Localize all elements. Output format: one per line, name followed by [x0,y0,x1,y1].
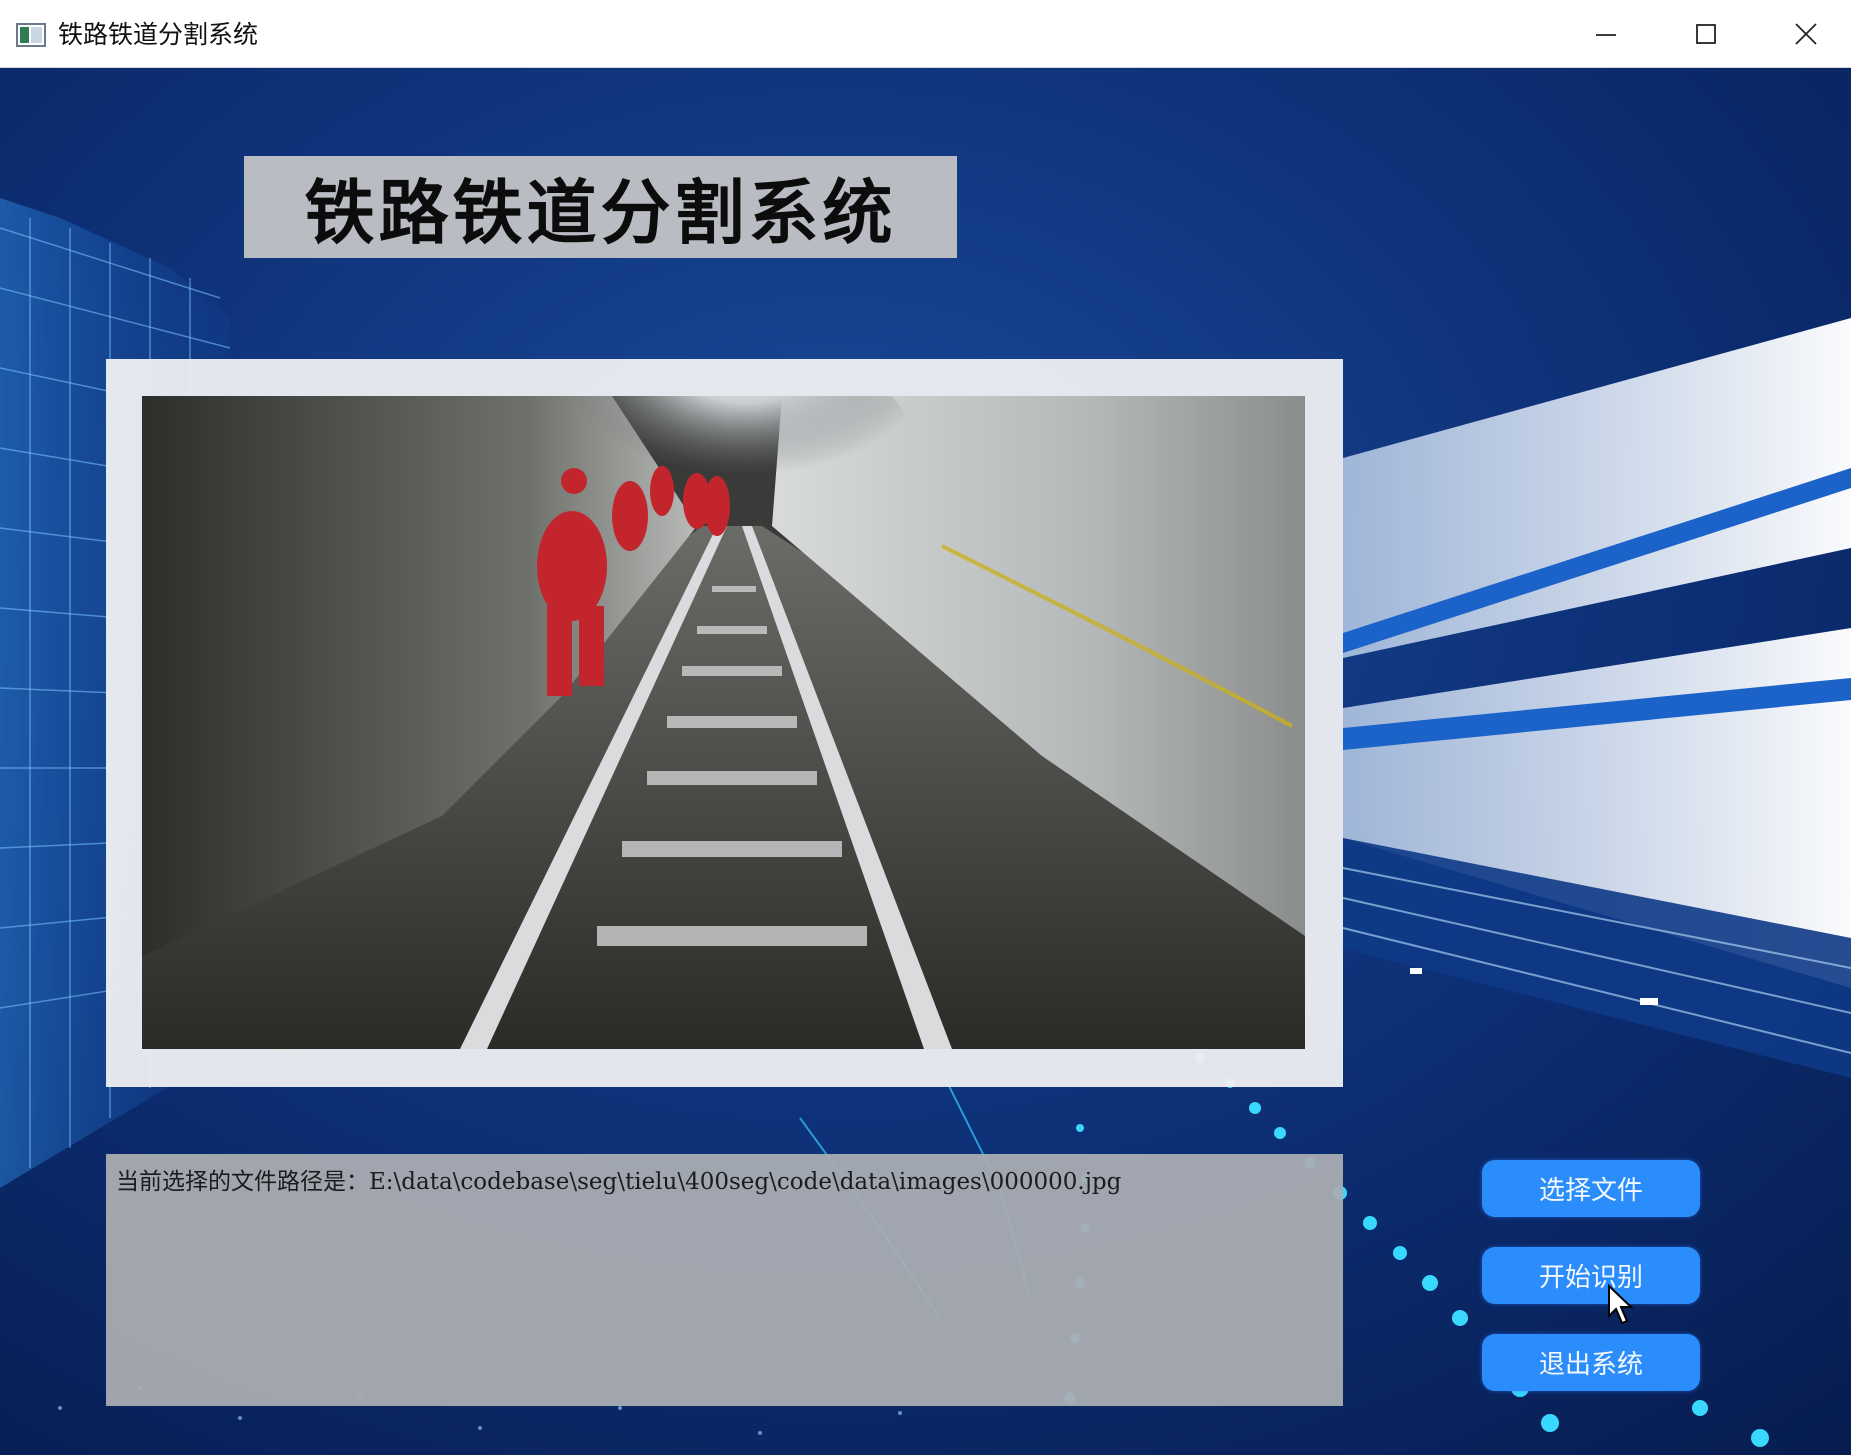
app-window-icon [16,23,46,47]
main-window: 铁路铁道分割系统 当前选择的文件路径是：E:\data\codebase\seg… [0,68,1851,1455]
close-button[interactable] [1756,0,1851,68]
minimize-icon [1596,34,1616,36]
exit-system-button[interactable]: 退出系统 [1482,1334,1700,1391]
select-file-button[interactable]: 选择文件 [1482,1160,1700,1217]
maximize-icon [1696,24,1716,44]
railway-tunnel-photo [142,396,1305,1049]
image-display-panel [106,359,1343,1087]
header-title: 铁路铁道分割系统 [304,171,897,254]
tunnel-track-image [142,396,1305,1049]
mouse-cursor-icon [1608,1284,1634,1325]
window-title: 铁路铁道分割系统 [58,20,259,49]
maximize-button[interactable] [1656,0,1756,68]
start-recognition-button[interactable]: 开始识别 [1482,1247,1700,1304]
close-icon [1795,23,1817,45]
minimize-button[interactable] [1556,0,1656,68]
file-path-text: 当前选择的文件路径是：E:\data\codebase\seg\tielu\40… [116,1169,1122,1195]
header-title-box: 铁路铁道分割系统 [244,156,957,258]
window-titlebar[interactable]: 铁路铁道分割系统 [0,0,1851,68]
file-path-display[interactable]: 当前选择的文件路径是：E:\data\codebase\seg\tielu\40… [106,1154,1343,1406]
